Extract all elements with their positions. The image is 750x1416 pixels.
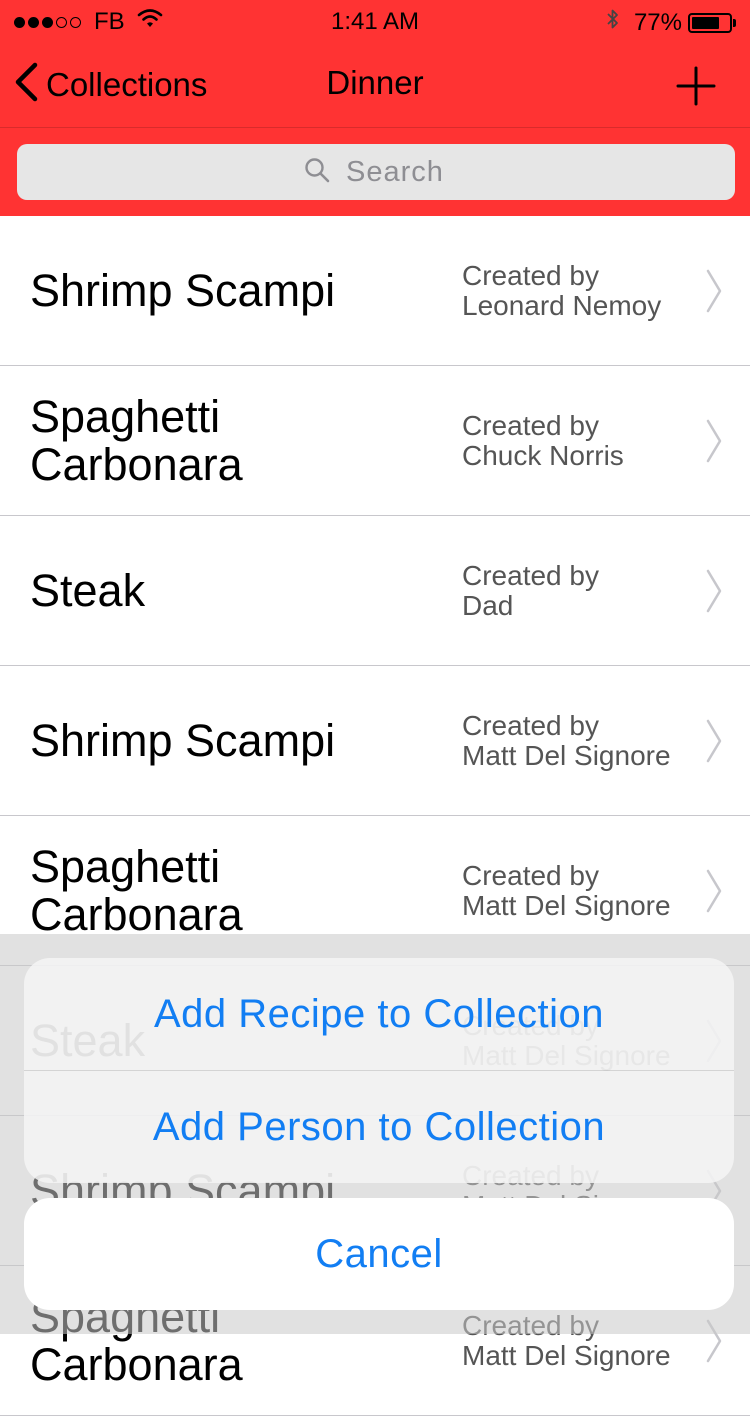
author-prefix: Created by	[462, 559, 599, 591]
author-prefix: Created by	[462, 259, 599, 291]
recipe-author: Created by Matt Del Signore	[462, 709, 671, 771]
header: FB 1:41 AM 77% Collections Dinner Search	[0, 0, 750, 216]
back-label: Collections	[46, 65, 208, 103]
search-field[interactable]	[17, 144, 735, 200]
author-name: Matt Del Signore	[462, 739, 671, 771]
add-person-button[interactable]: Add Person to Collection	[24, 1071, 734, 1183]
recipe-name: Spaghetti Carbonara	[30, 390, 243, 490]
search-input[interactable]	[344, 154, 448, 190]
author-name: Leonard Nemoy	[462, 289, 662, 321]
search-bar	[0, 128, 750, 216]
author-prefix: Created by	[462, 709, 599, 741]
recipe-author: Created by Chuck Norris	[462, 409, 624, 471]
battery-icon	[688, 12, 732, 33]
status-right: 77%	[606, 8, 736, 37]
author-name: Matt Del Signore	[462, 889, 671, 921]
recipe-author: Created by Dad	[462, 559, 599, 621]
back-button[interactable]: Collections	[14, 62, 207, 107]
add-button[interactable]	[676, 66, 716, 106]
author-prefix: Created by	[462, 409, 599, 441]
add-recipe-button[interactable]: Add Recipe to Collection	[24, 958, 734, 1070]
chevron-right-icon	[706, 719, 722, 762]
action-sheet: Add Recipe to Collection Add Person to C…	[24, 958, 734, 1183]
recipe-name: Steak	[30, 564, 146, 616]
author-prefix: Created by	[462, 859, 599, 891]
recipe-author: Created by Leonard Nemoy	[462, 259, 662, 321]
search-icon	[304, 157, 330, 188]
recipe-name: Spaghetti Carbonara	[30, 840, 243, 940]
recipe-row[interactable]: Shrimp Scampi Created by Matt Del Signor…	[0, 666, 750, 816]
author-name: Chuck Norris	[462, 439, 624, 471]
plus-icon	[676, 66, 716, 106]
recipe-row[interactable]: Shrimp Scampi Created by Leonard Nemoy	[0, 216, 750, 366]
recipe-author: Created by Matt Del Signore	[462, 859, 671, 921]
battery-percent: 77%	[633, 8, 682, 36]
recipe-row[interactable]: Steak Created by Dad	[0, 516, 750, 666]
bluetooth-icon	[606, 8, 620, 37]
chevron-left-icon	[14, 62, 38, 107]
chevron-right-icon	[706, 569, 722, 612]
cancel-button[interactable]: Cancel	[24, 1198, 734, 1310]
recipe-name: Shrimp Scampi	[30, 714, 336, 766]
battery-fill	[692, 16, 719, 29]
chevron-right-icon	[706, 869, 722, 912]
recipe-name: Shrimp Scampi	[30, 264, 336, 316]
author-name: Matt Del Signore	[462, 1339, 671, 1371]
author-name: Dad	[462, 589, 514, 621]
chevron-right-icon	[706, 419, 722, 462]
status-bar: FB 1:41 AM 77%	[0, 0, 750, 40]
chevron-right-icon	[706, 269, 722, 312]
battery-tip	[733, 18, 736, 27]
nav-bar: Collections Dinner	[0, 40, 750, 128]
recipe-row[interactable]: Spaghetti Carbonara Created by Chuck Nor…	[0, 366, 750, 516]
